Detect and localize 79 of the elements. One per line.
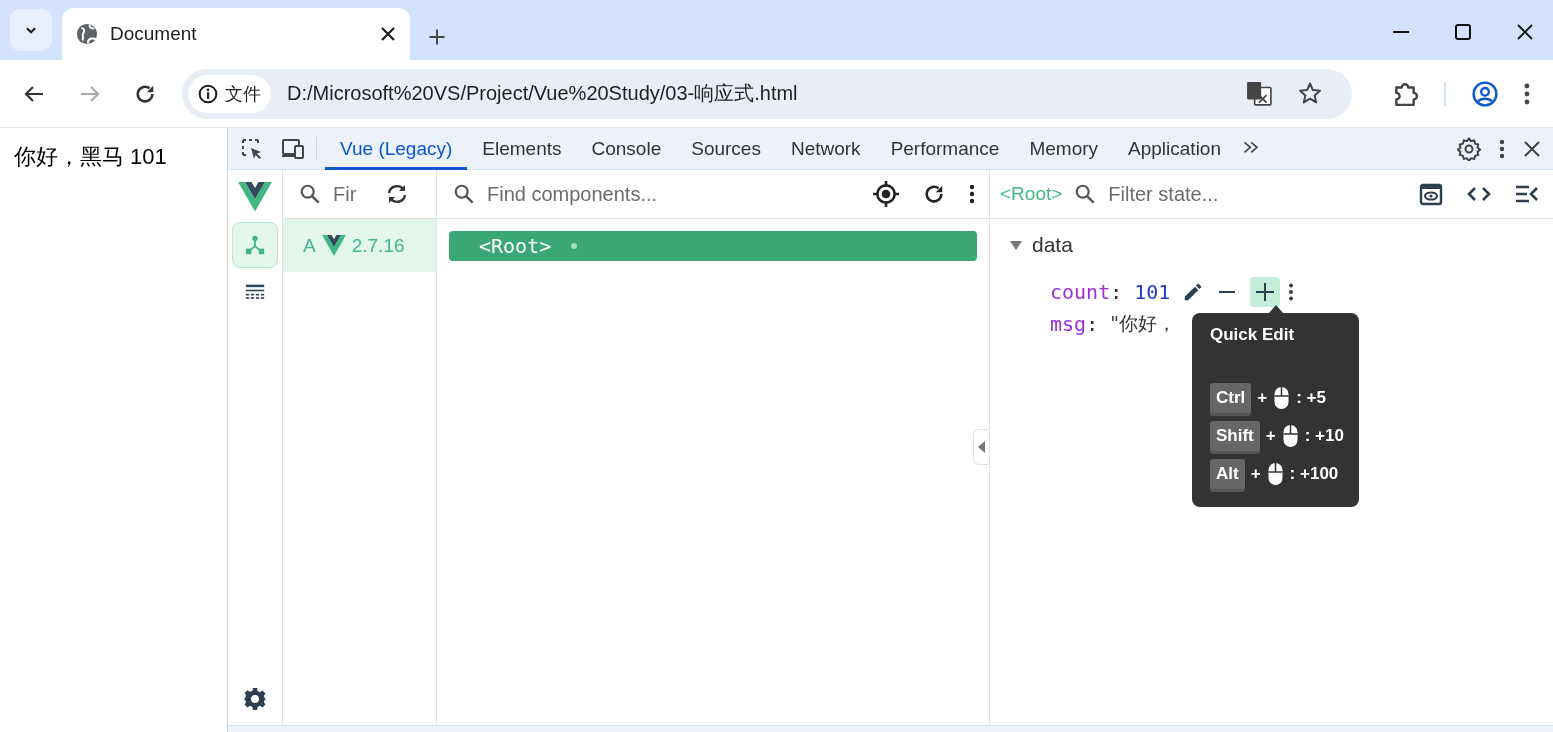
eye-window-icon[interactable] <box>1419 182 1443 206</box>
increment-amount: : +5 <box>1296 388 1326 408</box>
increment-button[interactable] <box>1250 277 1281 307</box>
devtools-tab[interactable]: Vue (Legacy) <box>325 127 468 170</box>
new-tab-button[interactable] <box>428 28 446 46</box>
translate-icon[interactable] <box>1246 80 1272 107</box>
target-icon[interactable] <box>873 181 899 207</box>
colon: : <box>1110 280 1123 304</box>
address-bar[interactable]: 文件 D:/Microsoft%20VS/Project/Vue%20Study/03-响应式.html <box>182 68 1352 119</box>
dot-icon <box>571 243 578 249</box>
reload-icon[interactable] <box>923 183 945 205</box>
settings-icon[interactable] <box>243 687 267 711</box>
increment-amount: : +10 <box>1304 426 1344 446</box>
plus-icon <box>428 28 446 46</box>
key-label: Shift <box>1210 421 1260 451</box>
plus-sign: + <box>1250 464 1261 484</box>
search-icon[interactable] <box>299 183 321 205</box>
triangle-down-icon <box>1010 239 1022 251</box>
close-icon[interactable] <box>1523 139 1541 158</box>
mouse-icon <box>1273 386 1291 410</box>
collapse-list-icon[interactable] <box>1515 184 1539 204</box>
app-name: A <box>303 234 316 257</box>
field-value: 101 <box>1134 280 1171 304</box>
field-key: count <box>1050 280 1111 304</box>
plus-sign: + <box>1265 426 1276 446</box>
close-icon[interactable] <box>1517 24 1533 40</box>
settings-icon[interactable] <box>1457 136 1481 161</box>
component-name: <Root> <box>1000 183 1063 205</box>
section-toggle[interactable]: data <box>1010 233 1073 257</box>
mouse-icon <box>1281 424 1299 448</box>
close-icon[interactable] <box>380 26 396 42</box>
search-icon[interactable] <box>1074 183 1097 205</box>
app-version: 2.7.16 <box>351 234 405 257</box>
refresh-icon[interactable] <box>385 182 409 206</box>
device-toolbar-icon[interactable] <box>280 136 306 161</box>
search-icon[interactable] <box>453 183 475 205</box>
devtools-tab[interactable]: Application <box>1113 127 1236 170</box>
devtools-tab[interactable]: Elements <box>467 127 577 170</box>
devtools-tab[interactable]: Sources <box>676 127 776 170</box>
field-value: "你好， <box>1110 311 1176 336</box>
more-vertical-icon[interactable] <box>1524 82 1530 105</box>
tooltip-title: Quick Edit <box>1210 325 1296 345</box>
reload-icon[interactable] <box>134 82 156 105</box>
more-vertical-icon[interactable] <box>1499 138 1505 159</box>
tab-title: Document <box>110 23 198 45</box>
mouse-icon <box>1266 462 1284 486</box>
collapse-button[interactable] <box>973 429 989 465</box>
key-label: Ctrl <box>1210 383 1252 413</box>
site-info-chip[interactable]: 文件 <box>188 74 271 113</box>
page-text: 你好，黑马 101 <box>14 144 167 169</box>
caret-left-icon <box>978 441 985 453</box>
colon: : <box>1086 312 1099 336</box>
globe-icon <box>76 23 98 45</box>
component-search-field[interactable]: Find components... <box>487 182 861 206</box>
profile-icon[interactable] <box>1472 80 1498 107</box>
maximize-icon[interactable] <box>1455 24 1471 40</box>
star-icon[interactable] <box>1298 80 1322 105</box>
inspect-element-icon[interactable] <box>240 136 264 161</box>
browser-tab[interactable]: Document <box>62 8 410 60</box>
minus-icon <box>1219 291 1236 293</box>
field-key: msg <box>1050 312 1087 336</box>
vue-logo-icon <box>321 235 346 256</box>
puzzle-icon[interactable] <box>1392 80 1418 107</box>
devtools-tab[interactable]: Console <box>576 127 677 170</box>
plus-sign: + <box>1257 388 1268 408</box>
increment-amount: : +100 <box>1289 464 1339 484</box>
app-search-field[interactable]: Fir <box>333 182 373 206</box>
state-filter-field[interactable]: Filter state... <box>1108 182 1309 206</box>
key-label: Alt <box>1210 459 1245 489</box>
more-vertical-icon[interactable] <box>969 184 975 204</box>
plus-icon <box>1256 283 1275 301</box>
more-vertical-icon[interactable] <box>1288 283 1295 301</box>
info-icon <box>198 83 218 104</box>
devtools-tab[interactable]: Memory <box>1014 127 1114 170</box>
devtools-tab[interactable]: Network <box>775 127 876 170</box>
component-name: <Root> <box>479 234 552 258</box>
vue-logo-icon <box>238 182 272 212</box>
url-text: D:/Microsoft%20VS/Project/Vue%20Study/03-响应式.html <box>287 81 799 106</box>
devtools-tab[interactable]: Performance <box>875 127 1015 170</box>
